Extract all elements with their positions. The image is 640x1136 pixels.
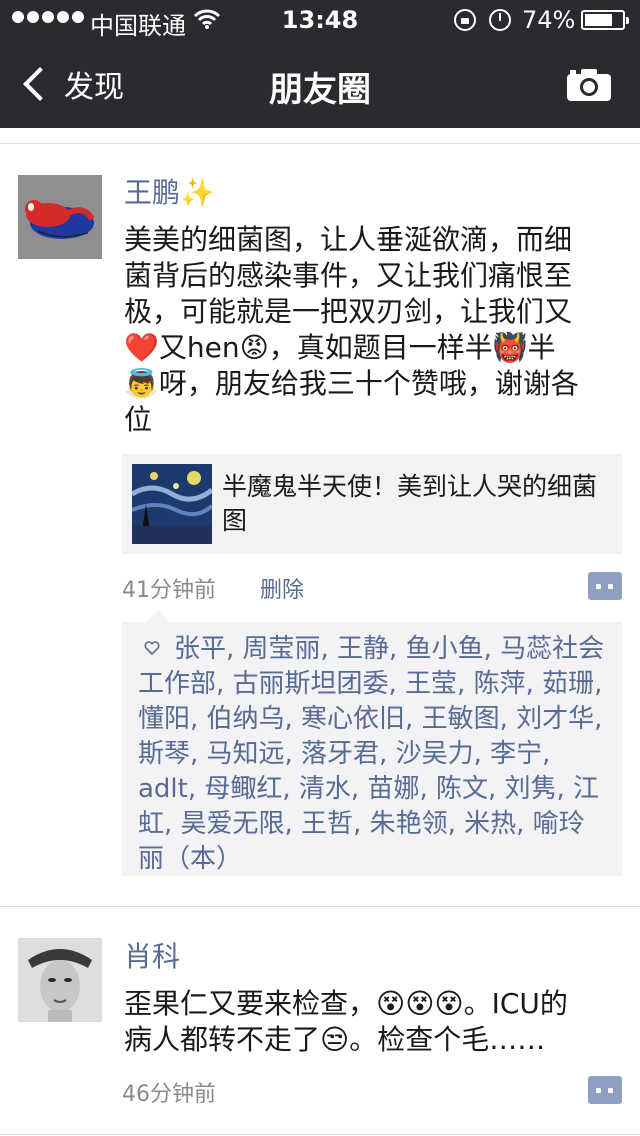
link-title: 半魔鬼半天使！美到让人哭的细菌图 [222, 472, 598, 535]
alarm-icon [489, 9, 511, 31]
post-text-line: 歪果仁又要来检查，😵😵😵。ICU的 [124, 987, 568, 1020]
post-text-line: 位 [124, 403, 153, 436]
author-name[interactable]: 肖科 [124, 940, 180, 974]
post-timestamp: 41分钟前 [122, 578, 216, 603]
link-thumbnail-image [132, 464, 212, 544]
top-bar: 中国联通 13:48 74% 发现 朋友圈 [0, 0, 640, 128]
avatar[interactable] [18, 938, 102, 1022]
post-divider [0, 1134, 640, 1135]
portrait-avatar-image [18, 938, 102, 1022]
page-title: 朋友圈 [269, 70, 371, 110]
rotation-lock-icon [454, 9, 476, 31]
heart-icon [144, 641, 160, 656]
post-text-line: 👼呀，朋友给我三十个赞哦，谢谢各 [124, 367, 579, 400]
post-divider [0, 906, 640, 907]
post-text-line: 菌背后的感染事件，又让我们痛恨至 [124, 259, 573, 292]
spiderman-avatar-image [18, 175, 102, 259]
shared-link-card[interactable]: 半魔鬼半天使！美到让人哭的细菌图 [122, 454, 622, 554]
post-text-line: 病人都转不走了😒。检查个毛…… [124, 1023, 546, 1056]
post-text-line: 美美的细菌图，让人垂涎欲滴，而细 [124, 223, 573, 256]
post-timestamp: 46分钟前 [122, 1082, 216, 1107]
navigation-bar: 发现 朋友圈 [0, 40, 640, 128]
likes-list[interactable]: 张平, 周莹丽, 王静, 鱼小鱼, 马蕊社会工作部, 古丽斯坦团委, 王莹, 陈… [138, 632, 610, 877]
camera-icon[interactable] [566, 68, 612, 102]
post-text-line: ❤️又hen😡，真如题目一样半👹半 [124, 331, 556, 364]
likes-names[interactable]: 张平, 周莹丽, 王静, 鱼小鱼, 马蕊社会工作部, 古丽斯坦团委, 王莹, 陈… [138, 634, 604, 874]
feed-top-divider [0, 143, 640, 144]
post-text: 歪果仁又要来检查，😵😵😵。ICU的 病人都转不走了😒。检查个毛…… [124, 986, 624, 1058]
avatar[interactable] [18, 175, 102, 259]
comment-icon[interactable] [588, 572, 622, 600]
post-text: 美美的细菌图，让人垂涎欲滴，而细 菌背后的感染事件，又让我们痛恨至 极，可能就是… [124, 222, 624, 438]
likes-panel: 张平, 周莹丽, 王静, 鱼小鱼, 马蕊社会工作部, 古丽斯坦团委, 王莹, 陈… [122, 610, 622, 877]
author-name[interactable]: 王鹏✨ [124, 176, 215, 210]
battery-percentage: 74% [522, 6, 576, 34]
status-bar: 中国联通 13:48 74% [0, 0, 640, 40]
battery-icon [581, 10, 629, 30]
comment-icon[interactable] [588, 1076, 622, 1104]
post-text-line: 极，可能就是一把双刃剑，让我们又 [124, 295, 573, 328]
delete-button[interactable]: 删除 [260, 572, 304, 604]
